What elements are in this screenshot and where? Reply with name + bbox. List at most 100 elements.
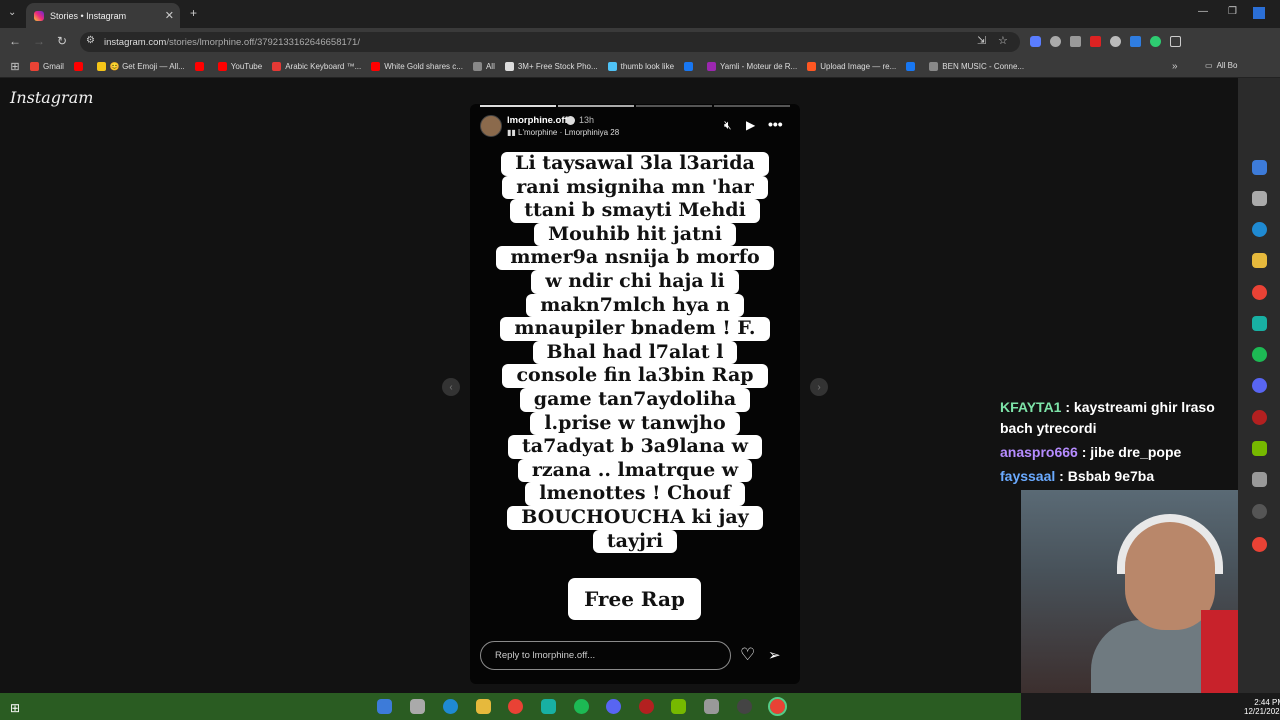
mute-icon[interactable]: 🔇︎ <box>724 118 732 133</box>
bookmark-item[interactable] <box>73 62 87 71</box>
more-bookmarks-icon[interactable]: » <box>1172 61 1178 72</box>
browser-tab[interactable]: Stories • Instagram ✕ <box>26 3 180 28</box>
avatar[interactable] <box>480 115 502 137</box>
bookmark-item[interactable]: BEN MUSIC - Conne... <box>929 62 1024 71</box>
close-tab-icon[interactable]: ✕ <box>165 9 174 22</box>
edge-icon[interactable] <box>443 699 458 714</box>
bookmark-item[interactable]: Arabic Keyboard ™... <box>272 62 361 71</box>
reply-input[interactable]: Reply to lmorphine.off... <box>480 641 731 670</box>
site-info-icon[interactable]: ⚙ <box>86 35 95 46</box>
all-bookmarks-folder[interactable]: ▭ All Bo <box>1205 61 1237 70</box>
apps-grid-icon[interactable]: ⊞ <box>0 60 30 73</box>
bookmark-label: White Gold shares c... <box>384 62 463 71</box>
webcam-feed <box>1021 490 1239 693</box>
tab-title: Stories • Instagram <box>50 10 127 21</box>
app-icon[interactable] <box>541 699 556 714</box>
opera-icon[interactable] <box>1252 410 1267 425</box>
bookmark-star-icon[interactable]: ☆ <box>998 34 1008 47</box>
start-icon[interactable]: ⊞ <box>10 701 20 715</box>
bookmark-item[interactable] <box>194 62 208 71</box>
bookmark-item[interactable]: 3M+ Free Stock Pho... <box>504 62 598 71</box>
bookmarks-bar: ⊞ Gmail 😊 Get Emoji — All... YouTube Arabic… <box>0 56 1280 78</box>
extension-icon[interactable] <box>1110 36 1121 47</box>
bookmark-label: All <box>485 62 495 71</box>
chrome-icon[interactable] <box>508 699 523 714</box>
bookmark-item[interactable]: Gmail <box>30 62 64 71</box>
spotify-icon[interactable] <box>1252 347 1267 362</box>
steam-icon[interactable] <box>1252 160 1267 175</box>
bookmark-item[interactable] <box>684 62 697 71</box>
free-rap-sticker[interactable]: Free Rap <box>568 578 701 620</box>
app-icon[interactable] <box>1252 191 1267 206</box>
bookmark-item[interactable] <box>906 62 919 71</box>
nvidia-icon[interactable] <box>1252 441 1267 456</box>
url-domain: instagram.com <box>104 36 167 48</box>
nvidia-icon[interactable] <box>671 699 686 714</box>
previous-story-icon[interactable]: ‹ <box>442 378 460 396</box>
bookmark-item[interactable]: 😊 Get Emoji — All... <box>96 62 185 71</box>
more-options-icon[interactable]: ••• <box>768 116 783 132</box>
chat-username: fayssaal <box>1000 468 1056 484</box>
extension-icon[interactable] <box>1130 36 1141 47</box>
new-tab-icon[interactable]: + <box>190 6 197 20</box>
forward-icon[interactable]: → <box>33 34 45 48</box>
back-icon[interactable]: ← <box>9 34 21 48</box>
send-icon[interactable]: ➢ <box>768 646 781 664</box>
bookmark-item[interactable]: YouTube <box>217 62 262 71</box>
caption-line: Li taysawal 3la l3arida <box>501 152 769 176</box>
spotify-icon[interactable] <box>574 699 589 714</box>
bookmark-item[interactable]: Upload Image — re... <box>807 62 896 71</box>
steam-icon[interactable] <box>377 699 392 714</box>
maximize-icon[interactable]: ❐ <box>1228 6 1237 17</box>
bookmark-item[interactable]: All <box>472 62 495 71</box>
next-story-icon[interactable]: › <box>810 378 828 396</box>
play-icon[interactable]: ▶ <box>746 118 755 132</box>
caption-line: makn7mlch hya n <box>526 293 744 318</box>
instagram-logo[interactable]: Instagram <box>10 88 93 107</box>
url-input[interactable]: instagram.com/stories/lmorphine.off/3792… <box>80 32 1020 52</box>
bookmark-favicon-icon <box>807 62 817 71</box>
caption-line: Bhal had l7alat l <box>532 340 738 365</box>
chrome-active-icon[interactable] <box>768 697 787 716</box>
windows-icon[interactable] <box>1253 7 1265 19</box>
bookmark-favicon-icon <box>607 62 617 71</box>
bookmark-favicon-icon <box>684 62 694 71</box>
story-progress-bar <box>480 105 556 107</box>
discord-icon[interactable] <box>606 699 621 714</box>
story-music[interactable]: ▮▮ L'morphine · Lmorphiniya 28 <box>507 128 619 137</box>
reload-icon[interactable]: ↻ <box>57 34 67 48</box>
discord-icon[interactable] <box>1252 378 1267 393</box>
app-icon[interactable] <box>1252 316 1267 331</box>
bookmark-item[interactable]: White Gold shares c... <box>371 62 463 71</box>
extensions-puzzle-icon[interactable] <box>1170 36 1181 47</box>
folder-icon[interactable] <box>476 699 491 714</box>
extension-icon[interactable] <box>1150 36 1161 47</box>
app-icon[interactable] <box>704 699 719 714</box>
caption-line: rani msigniha mn 'har <box>502 175 768 200</box>
taskbar-clock[interactable]: 2:44 PM 12/21/2025 <box>1244 698 1280 716</box>
taskbar-tray <box>1021 693 1280 720</box>
extension-icon[interactable] <box>1070 36 1081 47</box>
extension-icon[interactable] <box>1090 36 1101 47</box>
app-icon[interactable] <box>410 699 425 714</box>
bookmark-item[interactable]: thumb look like <box>607 62 674 71</box>
folder-icon[interactable] <box>1252 253 1267 268</box>
chrome-icon[interactable] <box>1252 537 1267 552</box>
install-app-icon[interactable]: ⇲ <box>977 34 986 47</box>
extension-icon[interactable] <box>1030 36 1041 47</box>
bookmark-favicon-icon <box>73 62 83 71</box>
extension-icon[interactable] <box>1050 36 1061 47</box>
edge-icon[interactable] <box>1252 222 1267 237</box>
app-icon[interactable] <box>737 699 752 714</box>
minimize-icon[interactable]: — <box>1198 6 1208 17</box>
bookmark-item[interactable]: Yamli - Moteur de R... <box>707 62 797 71</box>
tab-search-icon[interactable]: ⌄ <box>8 7 16 18</box>
bookmark-favicon-icon <box>707 62 717 71</box>
opera-icon[interactable] <box>639 699 654 714</box>
heart-icon[interactable]: ♡ <box>740 645 755 665</box>
story-username[interactable]: lmorphine.off <box>507 115 568 126</box>
app-icon[interactable] <box>1252 504 1267 519</box>
app-icon[interactable] <box>1252 472 1267 487</box>
chrome-icon[interactable] <box>1252 285 1267 300</box>
bookmark-favicon-icon <box>371 62 381 71</box>
